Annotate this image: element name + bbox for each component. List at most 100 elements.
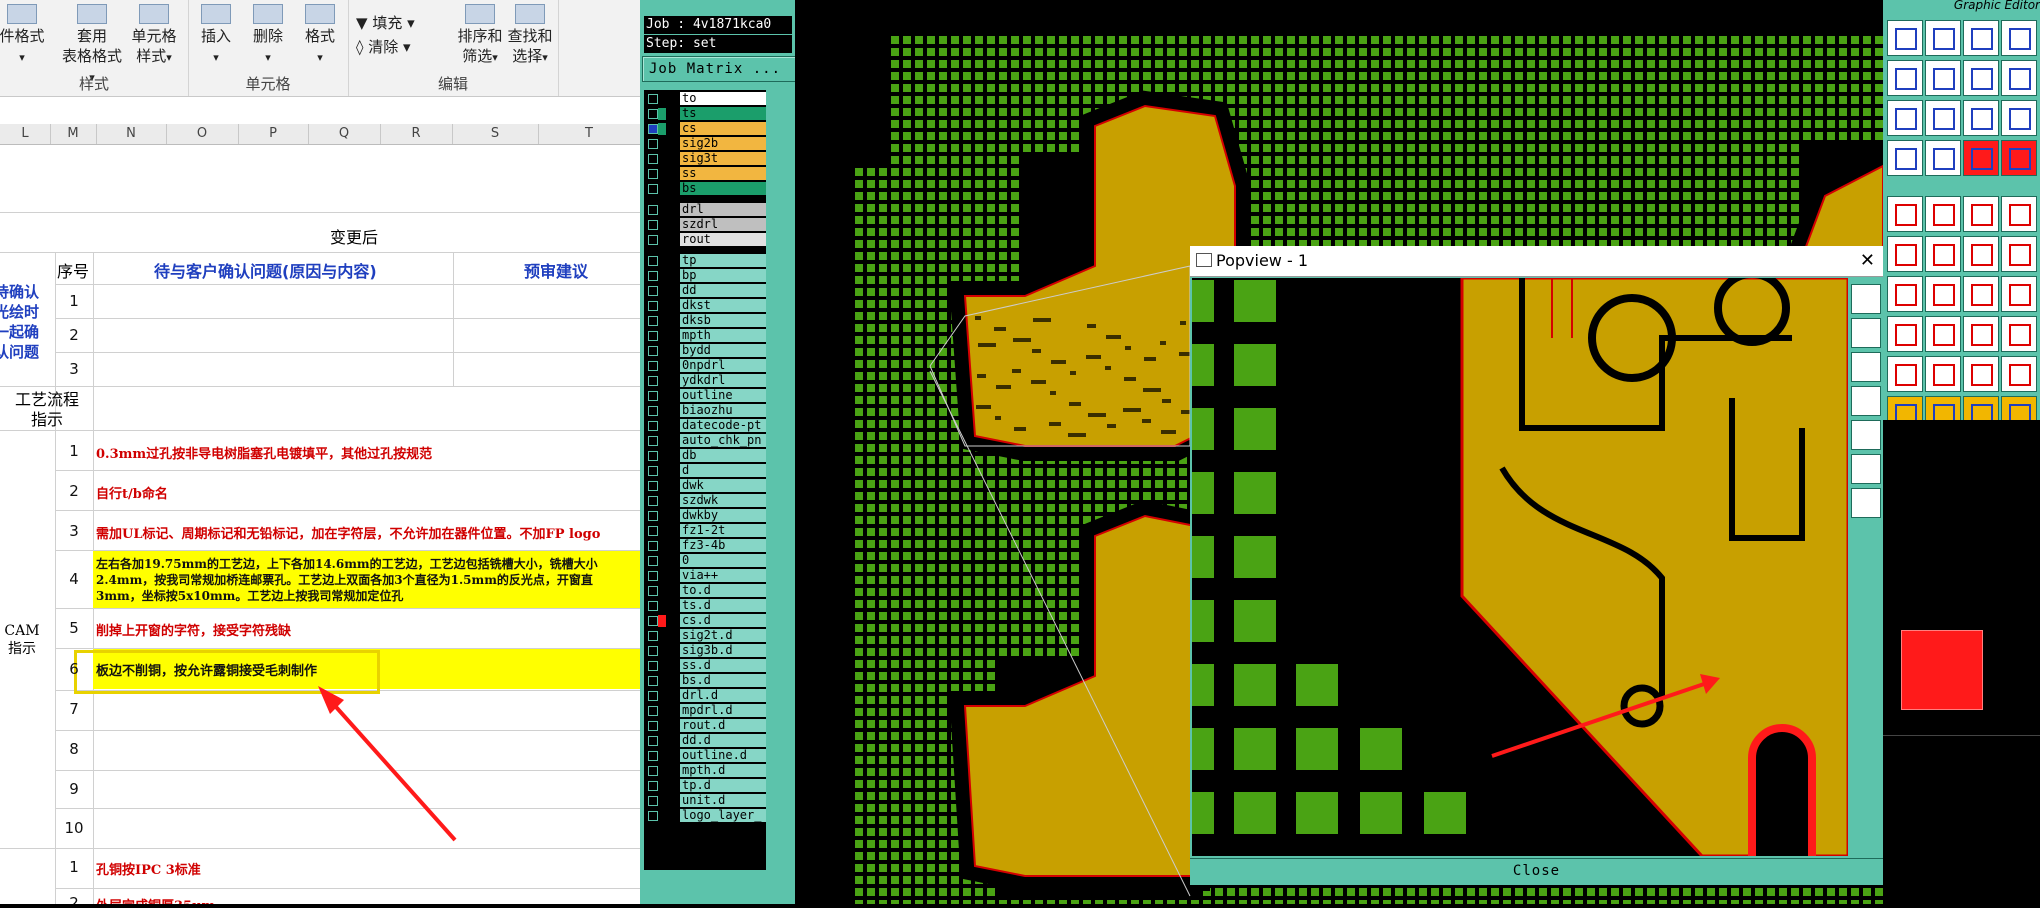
layer-row[interactable]: to xyxy=(644,92,766,106)
layer-name[interactable]: auto_chk_pn xyxy=(680,434,766,447)
triangle-icon[interactable] xyxy=(1963,356,1999,392)
undo-icon[interactable] xyxy=(1963,276,1999,312)
layer-name[interactable]: bs.d xyxy=(680,674,766,687)
layer-name[interactable]: via++ xyxy=(680,569,766,582)
layer-checkbox[interactable] xyxy=(648,346,658,356)
layer-checkbox[interactable] xyxy=(648,751,658,761)
layer-checkbox[interactable] xyxy=(648,481,658,491)
popview-close-button[interactable]: Close xyxy=(1190,858,1883,883)
layer-row[interactable]: mpth.d xyxy=(644,764,766,778)
layer-row[interactable]: bs.d xyxy=(644,674,766,688)
slash-icon[interactable] xyxy=(1925,276,1961,312)
layer-row[interactable]: rout xyxy=(644,233,766,247)
zoom-fit-icon[interactable] xyxy=(1851,284,1881,314)
layer-checkbox[interactable] xyxy=(648,316,658,326)
layer-checkbox[interactable] xyxy=(648,511,658,521)
layer-name[interactable]: outline xyxy=(680,389,766,402)
layer-name[interactable]: ts xyxy=(680,107,766,120)
layer-checkbox[interactable] xyxy=(648,466,658,476)
layer-row[interactable]: dksb xyxy=(644,314,766,328)
route-icon[interactable] xyxy=(2001,60,2037,96)
layer-name[interactable]: szdwk xyxy=(680,494,766,507)
layer-row[interactable]: dwkby xyxy=(644,509,766,523)
layer-checkbox[interactable] xyxy=(648,661,658,671)
layer-name[interactable]: bs xyxy=(680,182,766,195)
layer-name[interactable]: logo_layer_ xyxy=(680,809,766,822)
layer-checkbox[interactable] xyxy=(648,406,658,416)
layer-checkbox[interactable] xyxy=(648,691,658,701)
layer-row[interactable]: drl.d xyxy=(644,689,766,703)
layer-checkbox[interactable] xyxy=(648,124,658,134)
layer-checkbox[interactable] xyxy=(648,811,658,821)
layer-checkbox[interactable] xyxy=(648,421,658,431)
layer-checkbox[interactable] xyxy=(648,139,658,149)
layer-row[interactable]: fz1-2t xyxy=(644,524,766,538)
layer-row[interactable]: fz3-4b xyxy=(644,539,766,553)
layer-checkbox[interactable] xyxy=(648,220,658,230)
layer-row[interactable]: outline xyxy=(644,389,766,403)
zoom-out-icon[interactable] xyxy=(1963,60,1999,96)
layer-name[interactable]: ydkdrl xyxy=(680,374,766,387)
layer-name[interactable]: bydd xyxy=(680,344,766,357)
layer-checkbox[interactable] xyxy=(648,496,658,506)
layer-name[interactable]: ts.d xyxy=(680,599,766,612)
cross-icon[interactable] xyxy=(1925,236,1961,272)
layer-name[interactable]: d xyxy=(680,464,766,477)
layer-row[interactable]: to.d xyxy=(644,584,766,598)
layer-name[interactable]: dd xyxy=(680,284,766,297)
layer-name[interactable]: fz1-2t xyxy=(680,524,766,537)
layer-name[interactable]: bp xyxy=(680,269,766,282)
layer-row[interactable]: d xyxy=(644,464,766,478)
layer-name[interactable]: drl xyxy=(680,203,766,216)
split-view-icon[interactable] xyxy=(2001,20,2037,56)
layer-row[interactable]: biaozhu xyxy=(644,404,766,418)
layer-checkbox[interactable] xyxy=(648,205,658,215)
layer-checkbox[interactable] xyxy=(648,526,658,536)
layer-checkbox[interactable] xyxy=(648,256,658,266)
layer-row[interactable]: tp.d xyxy=(644,779,766,793)
shape-icon[interactable] xyxy=(1887,316,1923,352)
layer-checkbox[interactable] xyxy=(648,184,658,194)
layer-row[interactable]: dwk xyxy=(644,479,766,493)
close-icon[interactable]: ✕ xyxy=(1860,246,1875,276)
pan-icon[interactable] xyxy=(1887,60,1923,96)
layer-checkbox[interactable] xyxy=(648,586,658,596)
layer-row[interactable]: datecode-pt xyxy=(644,419,766,433)
arc-icon[interactable] xyxy=(2001,236,2037,272)
layer-name[interactable]: sig2b xyxy=(680,137,766,150)
layer-row[interactable]: sig2t.d xyxy=(644,629,766,643)
layer-row[interactable]: dd.d xyxy=(644,734,766,748)
zoom-out-icon[interactable] xyxy=(1851,352,1881,382)
layer-checkbox[interactable] xyxy=(648,436,658,446)
layer-row[interactable]: cs.d xyxy=(644,614,766,628)
layer-name[interactable]: db xyxy=(680,449,766,462)
line-icon[interactable] xyxy=(1963,236,1999,272)
layer-row[interactable]: bp xyxy=(644,269,766,283)
layer-row[interactable]: ss.d xyxy=(644,659,766,673)
layer-row[interactable]: drl xyxy=(644,203,766,217)
zoom-window-icon[interactable] xyxy=(1925,20,1961,56)
layer-checkbox[interactable] xyxy=(648,331,658,341)
layer-checkbox[interactable] xyxy=(648,796,658,806)
layer-checkbox[interactable] xyxy=(648,556,658,566)
transform-icon[interactable] xyxy=(1925,196,1961,232)
layer-name[interactable]: mpth.d xyxy=(680,764,766,777)
layer-name[interactable]: mpdrl.d xyxy=(680,704,766,717)
home-icon[interactable] xyxy=(1963,20,1999,56)
layer-name[interactable]: datecode-pt xyxy=(680,419,766,432)
layer-name[interactable]: fz3-4b xyxy=(680,539,766,552)
zoom-area-icon[interactable] xyxy=(1851,454,1881,484)
layer-row[interactable]: via++ xyxy=(644,569,766,583)
triangle-icon[interactable] xyxy=(1887,356,1923,392)
node-icon[interactable] xyxy=(1887,236,1923,272)
layer-checkbox[interactable] xyxy=(648,541,658,551)
help-icon[interactable] xyxy=(2001,100,2037,136)
layer-name[interactable]: to.d xyxy=(680,584,766,597)
layer-checkbox[interactable] xyxy=(648,235,658,245)
triangle-icon[interactable] xyxy=(1925,356,1961,392)
layer-checkbox[interactable] xyxy=(648,571,658,581)
select-icon[interactable] xyxy=(1887,196,1923,232)
layer-checkbox[interactable] xyxy=(648,766,658,776)
grid-icon[interactable] xyxy=(1925,140,1961,176)
layer-name[interactable]: unit.d xyxy=(680,794,766,807)
